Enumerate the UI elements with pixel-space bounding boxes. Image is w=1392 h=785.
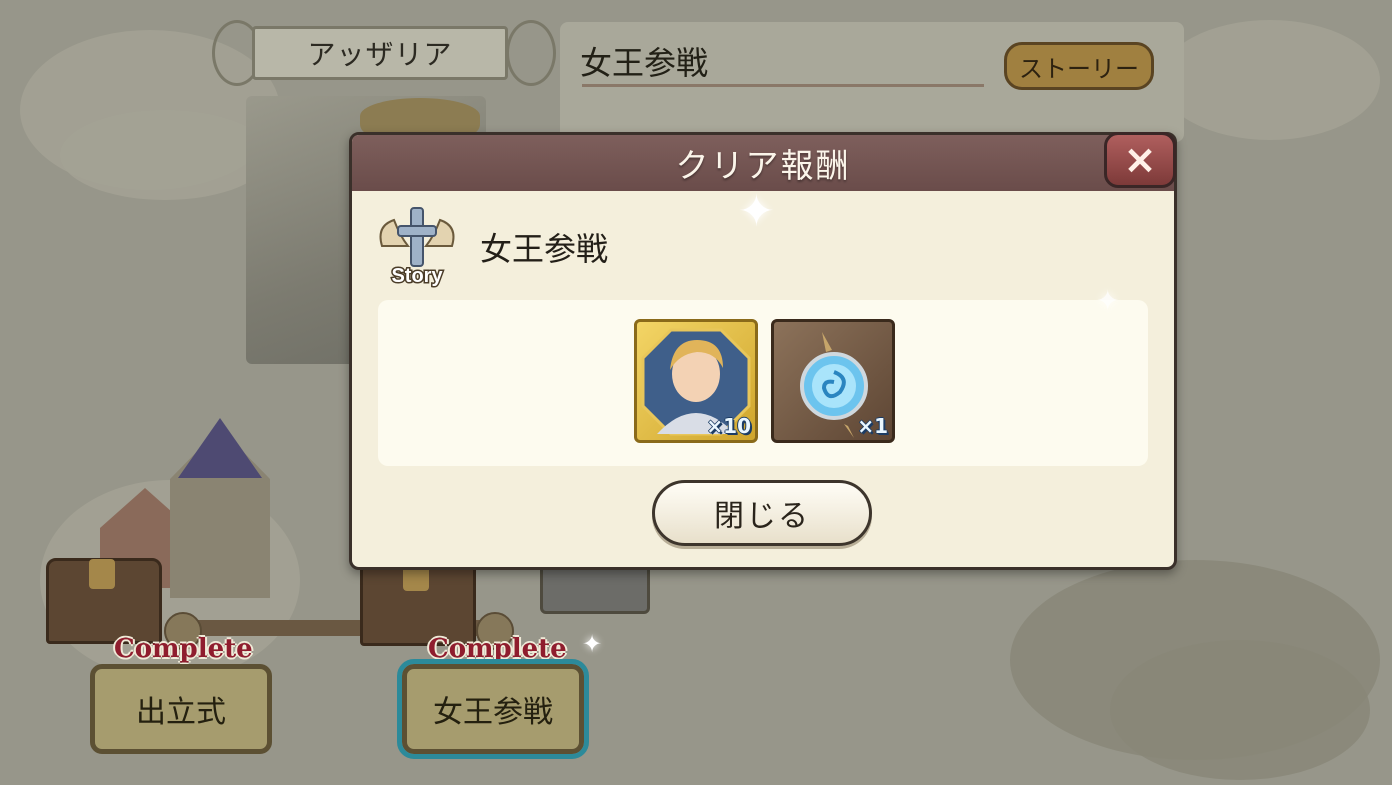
stage-button[interactable]: 出立式 [90,664,272,754]
treasure-chest-icon[interactable] [46,558,162,644]
close-button[interactable]: 閉じる [652,480,872,546]
stage-button-selected[interactable]: 女王参戦 [397,659,589,759]
sparkle-icon: ✦ [738,186,775,237]
reward-list [378,300,1148,466]
next-area-thumbnail[interactable] [540,566,650,614]
complete-label: Complete [114,634,253,664]
reward-quantity: ×1 [857,414,888,438]
stage-info-underline [582,84,984,87]
portrait-crown-decoration [360,98,480,134]
chapter-name-plate: アッザリア [252,26,508,80]
reward-stage-title: 女王参戦 [480,230,609,268]
story-badge-label: Story [391,265,443,287]
reward-quantity: ×10 [706,414,751,438]
reward-item-character[interactable]: ×10 [634,319,758,443]
sparkle-icon: ✦ [582,630,603,658]
reward-item-orb[interactable]: ×1 [771,319,895,443]
chapter-plate-ornament-right [506,20,556,86]
dialog-header: クリア報酬 [352,135,1174,191]
stage-info-title: 女王参戦 [580,44,709,82]
story-button[interactable]: ストーリー [1004,42,1154,90]
story-badge-icon: Story [379,207,455,289]
close-icon[interactable]: × [1104,132,1176,188]
complete-label: Complete [428,634,567,664]
sparkle-icon: ✦ [1096,284,1120,317]
